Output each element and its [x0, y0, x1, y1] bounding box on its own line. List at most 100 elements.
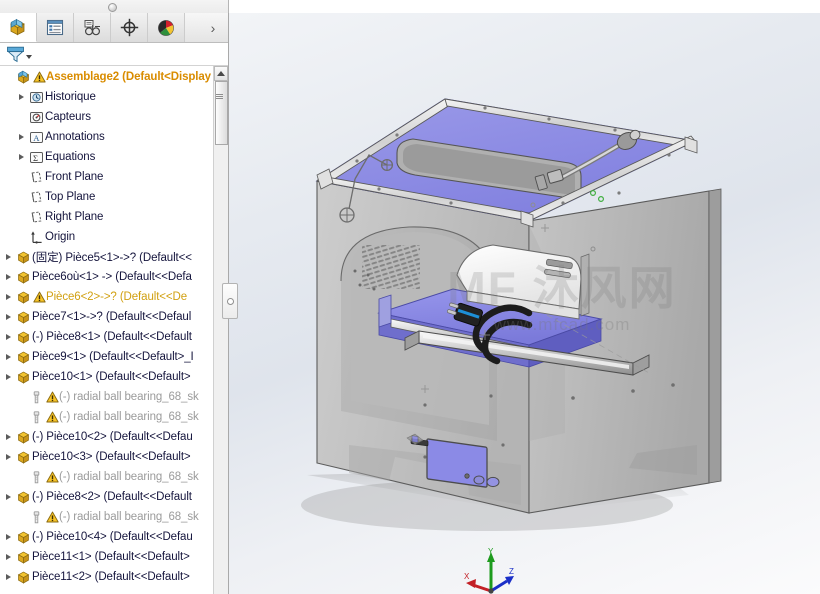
tree-row[interactable]: Right Plane [0, 207, 214, 227]
tree-item-label: Front Plane [45, 171, 104, 183]
tree-row[interactable]: (-) radial ball bearing_68_sk [0, 387, 214, 407]
expand-arrow[interactable] [2, 574, 15, 580]
tree-item-icon [15, 490, 32, 505]
tab-configuration-manager[interactable] [74, 13, 111, 42]
equation-icon: Σ [30, 151, 43, 163]
tree-row[interactable]: Pièce7<1>->? (Default<<Defaul [0, 307, 214, 327]
tree-item-icon [28, 510, 45, 525]
tree-item-label: Historique [45, 91, 96, 103]
tree-row[interactable]: A Annotations [0, 127, 214, 147]
filter-button[interactable] [3, 45, 35, 64]
tree-item-icon [15, 550, 32, 565]
property-list-icon [46, 19, 64, 36]
tree-item-label: Top Plane [45, 191, 96, 203]
scrollbar-grip [216, 94, 223, 99]
plane-icon [31, 170, 42, 183]
expand-arrow[interactable] [2, 494, 15, 500]
scrollbar-thumb[interactable] [215, 81, 228, 145]
more-tabs-button[interactable]: › [202, 13, 224, 42]
tree-item-icon [15, 570, 32, 585]
bolt-icon [33, 410, 40, 423]
history-icon [30, 91, 43, 103]
tree-item-icon [28, 90, 45, 105]
tree-row[interactable]: (-) Pièce8<2> (Default<<Default [0, 487, 214, 507]
tree-row[interactable]: Pièce10<1> (Default<<Default> [0, 367, 214, 387]
tab-dimxpert-manager[interactable] [111, 13, 148, 42]
tree-item-icon: Σ [28, 150, 45, 165]
expand-arrow[interactable] [15, 134, 28, 140]
tree-item-label: (-) radial ball bearing_68_sk [59, 411, 199, 423]
tree-row[interactable]: Pièce9<1> (Default<<Default>_I [0, 347, 214, 367]
chevron-right-icon [6, 434, 11, 440]
manager-tab-bar: › [0, 13, 228, 43]
warning-triangle-icon [32, 291, 46, 303]
expand-arrow[interactable] [2, 294, 15, 300]
svg-text:Σ: Σ [33, 153, 38, 163]
triad-x-label: X [464, 572, 470, 581]
panel-splitter[interactable] [222, 283, 238, 319]
tree-row[interactable]: (-) radial ball bearing_68_sk [0, 407, 214, 427]
tree-item-label: (-) radial ball bearing_68_sk [59, 391, 199, 403]
tree-row[interactable]: Σ Equations [0, 147, 214, 167]
printer-3d-model [301, 98, 722, 531]
tree-item-icon [15, 330, 32, 345]
expand-arrow[interactable] [2, 534, 15, 540]
graphics-viewport[interactable]: MF 沐风网 www.mfcad.com Y X Z [229, 13, 820, 594]
tree-item-label: (-) Pièce8<2> (Default<<Default [32, 491, 192, 503]
expand-arrow[interactable] [2, 334, 15, 340]
scroll-up-button[interactable] [214, 66, 228, 81]
tree-item-icon [15, 70, 32, 85]
expand-arrow[interactable] [2, 274, 15, 280]
panel-collapse-handle[interactable] [108, 3, 117, 12]
part-icon [17, 291, 30, 304]
expand-arrow[interactable] [2, 314, 15, 320]
tree-vertical-scrollbar[interactable] [213, 66, 228, 594]
tab-property-manager[interactable] [37, 13, 74, 42]
tree-row[interactable]: Pièce11<1> (Default<<Default> [0, 547, 214, 567]
assembly-cube-icon [10, 18, 25, 35]
filter-funnel-icon [7, 46, 24, 62]
tree-item-icon [15, 310, 32, 325]
tree-row[interactable]: Pièce11<2> (Default<<Default> [0, 567, 214, 587]
tree-row[interactable]: Capteurs [0, 107, 214, 127]
tree-item-label: Equations [45, 151, 96, 163]
expand-arrow[interactable] [2, 354, 15, 360]
tree-row[interactable]: Origin [0, 227, 214, 247]
filter-dropdown-arrow[interactable] [26, 54, 32, 59]
chevron-right-icon [6, 374, 11, 380]
expand-arrow[interactable] [15, 154, 28, 160]
tree-row[interactable]: Pièce10<3> (Default<<Default> [0, 447, 214, 467]
tree-row[interactable]: (-) radial ball bearing_68_sk [0, 507, 214, 527]
tree-row[interactable]: (-) Pièce10<2> (Default<<Defau [0, 427, 214, 447]
tree-row[interactable]: Historique [0, 87, 214, 107]
part-icon [17, 571, 30, 584]
tree-row[interactable]: (-) radial ball bearing_68_sk [0, 467, 214, 487]
tree-item-label: Pièce7<1>->? (Default<<Defaul [32, 311, 192, 323]
tree-row[interactable]: Pièce6où<1> -> (Default<<Defa [0, 267, 214, 287]
chevron-right-icon [6, 294, 11, 300]
tree-item-icon [15, 370, 32, 385]
tree-item-label: Pièce9<1> (Default<<Default>_I [32, 351, 194, 363]
tree-row[interactable]: (-) Pièce10<4> (Default<<Defau [0, 527, 214, 547]
expand-arrow[interactable] [2, 374, 15, 380]
expand-arrow[interactable] [15, 94, 28, 100]
tree-row[interactable]: Pièce6<2>->? (Default<<De [0, 287, 214, 307]
crosshair-icon [120, 18, 138, 37]
tree-item-label: (-) Pièce10<2> (Default<<Defau [32, 431, 193, 443]
bolt-icon [33, 510, 40, 523]
expand-arrow[interactable] [2, 454, 15, 460]
tab-display-manager[interactable] [148, 13, 185, 42]
part-icon [17, 271, 30, 284]
expand-arrow[interactable] [2, 554, 15, 560]
triad-z-label: Z [509, 567, 514, 576]
tree-row[interactable]: (-) Pièce8<1> (Default<<Default [0, 327, 214, 347]
tree-row[interactable]: Front Plane [0, 167, 214, 187]
tree-row[interactable]: Assemblage2 (Default<Display [0, 67, 214, 87]
expand-arrow[interactable] [2, 254, 15, 260]
feature-tree[interactable]: Assemblage2 (Default<Display Historique Ca… [0, 66, 214, 594]
tree-row[interactable]: (固定) Pièce5<1>->? (Default<< [0, 247, 214, 267]
tree-item-icon [15, 530, 32, 545]
tree-row[interactable]: Top Plane [0, 187, 214, 207]
tab-feature-manager[interactable] [0, 13, 37, 42]
expand-arrow[interactable] [2, 434, 15, 440]
